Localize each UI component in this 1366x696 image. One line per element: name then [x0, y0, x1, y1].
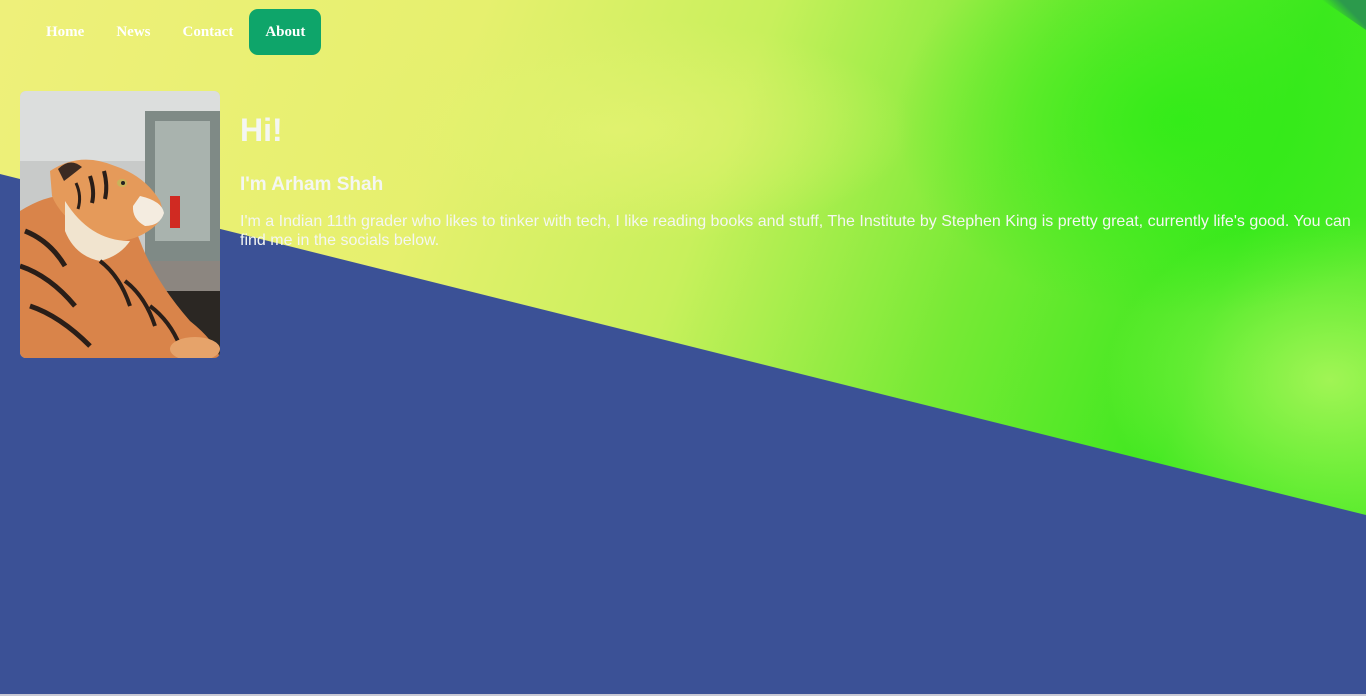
- bio-paragraph: I'm a Indian 11th grader who likes to ti…: [240, 213, 1351, 249]
- nav-contact-link[interactable]: Contact: [167, 9, 250, 55]
- nav-news-link[interactable]: News: [100, 9, 166, 55]
- main-nav: Home News Contact About: [30, 9, 322, 55]
- nav-home-link[interactable]: Home: [30, 9, 100, 55]
- nav-about-link[interactable]: About: [249, 9, 322, 55]
- greeting-heading: Hi!: [240, 112, 283, 148]
- profile-photo: [20, 91, 220, 358]
- about-content: Hi! I'm Arham Shah I'm a Indian 11th gra…: [240, 108, 1356, 250]
- name-heading: I'm Arham Shah: [240, 174, 384, 195]
- tiger-illustration: [20, 91, 220, 358]
